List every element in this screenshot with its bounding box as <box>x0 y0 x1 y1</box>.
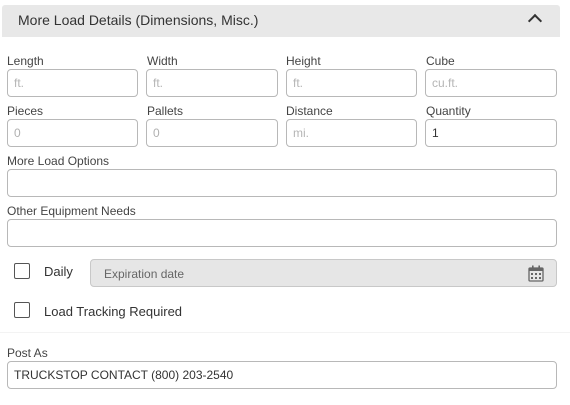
daily-label: Daily <box>44 264 73 279</box>
expiration-date-field[interactable]: Expiration date <box>90 259 557 287</box>
distance-label: Distance <box>286 104 333 118</box>
more-load-options-label: More Load Options <box>7 154 110 168</box>
daily-checkbox[interactable] <box>14 263 30 279</box>
pallets-input[interactable] <box>146 119 278 147</box>
expiration-date-placeholder: Expiration date <box>104 267 185 281</box>
pallets-label: Pallets <box>147 104 184 118</box>
width-label: Width <box>147 54 178 68</box>
post-as-label: Post As <box>7 346 48 360</box>
pieces-label: Pieces <box>7 104 44 118</box>
cube-label: Cube <box>426 54 455 68</box>
calendar-icon[interactable] <box>528 265 544 282</box>
load-tracking-label: Load Tracking Required <box>44 304 183 319</box>
more-load-options-input[interactable] <box>7 169 557 197</box>
width-input[interactable] <box>146 69 278 97</box>
quantity-label: Quantity <box>426 104 471 118</box>
pieces-input[interactable] <box>7 119 138 147</box>
length-input[interactable] <box>7 69 138 97</box>
chevron-up-icon[interactable] <box>527 13 543 29</box>
load-tracking-checkbox[interactable] <box>14 302 30 318</box>
other-equipment-needs-input[interactable] <box>7 219 557 247</box>
height-input[interactable] <box>286 69 417 97</box>
panel-header-more-load-details[interactable]: More Load Details (Dimensions, Misc.) <box>2 5 560 37</box>
height-label: Height <box>286 54 321 68</box>
panel-title: More Load Details (Dimensions, Misc.) <box>18 12 259 28</box>
section-divider <box>0 332 570 333</box>
other-equipment-needs-label: Other Equipment Needs <box>7 204 136 218</box>
post-as-input[interactable] <box>7 361 557 389</box>
distance-input[interactable] <box>286 119 417 147</box>
quantity-input[interactable] <box>425 119 557 147</box>
length-label: Length <box>7 54 44 68</box>
cube-input[interactable] <box>425 69 557 97</box>
